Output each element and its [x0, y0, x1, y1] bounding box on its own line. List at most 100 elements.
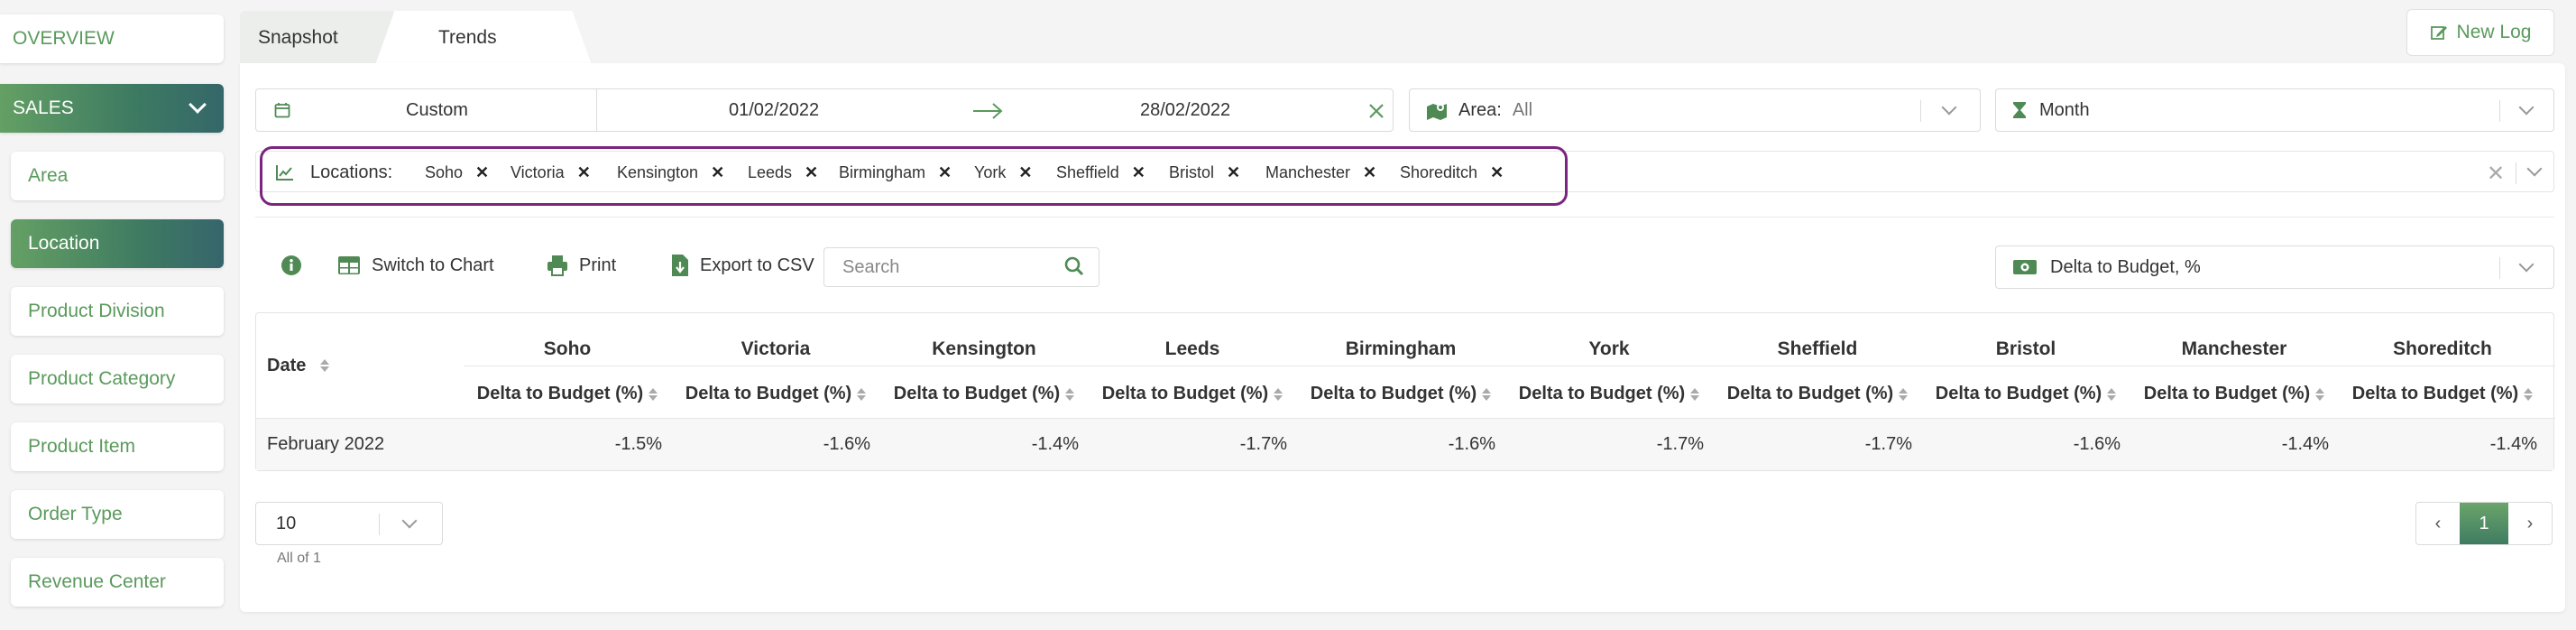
sidebar-item-product-division[interactable]: Product Division	[11, 287, 224, 336]
column-subheader-delta[interactable]: Delta to Budget (%)	[464, 384, 671, 404]
column-header-location: Soho	[543, 338, 592, 359]
column-header-location: Kensington	[932, 338, 1036, 359]
page-size-select[interactable]: 10	[255, 502, 443, 545]
divider	[2499, 257, 2500, 279]
period-select[interactable]: Month	[1995, 88, 2554, 132]
column-subheader-delta[interactable]: Delta to Budget (%)	[880, 384, 1088, 404]
cell-value: -1.4%	[1031, 434, 1079, 454]
cell-value: -1.6%	[823, 434, 870, 454]
main-content: Snapshot Trends New Log Custom 01/02/202…	[240, 0, 2565, 612]
column-header-location: Bristol	[1995, 338, 2056, 359]
sort-icon	[1274, 387, 1283, 401]
sort-icon	[2524, 387, 2534, 401]
cell-value: -1.5%	[614, 434, 662, 454]
sidebar-item-product-item[interactable]: Product Item	[11, 422, 224, 471]
pagination-summary: All of 1	[277, 551, 321, 566]
divider	[379, 514, 380, 535]
money-bill-icon	[2013, 260, 2037, 274]
divider	[1920, 100, 1921, 122]
sidebar-item-revenue-center[interactable]: Revenue Center	[11, 558, 224, 607]
cell-date: February 2022	[267, 434, 385, 454]
sort-icon	[2107, 387, 2117, 401]
cell-value: -1.7%	[1239, 434, 1287, 454]
column-header-location: Manchester	[2181, 338, 2287, 359]
column-header-location: Birmingham	[1345, 338, 1457, 359]
cell-value: -1.7%	[1864, 434, 1912, 454]
area-label: Area:	[1458, 99, 1502, 120]
date-mode-label: Custom	[406, 99, 468, 120]
sidebar-item-location[interactable]: Location	[11, 219, 224, 268]
divider	[2499, 100, 2500, 122]
divider	[255, 217, 2554, 218]
printer-icon	[547, 255, 567, 276]
export-csv-button[interactable]: Export to CSV	[671, 249, 814, 282]
metric-select[interactable]: Delta to Budget, %	[1995, 246, 2554, 289]
locations-highlight-outline	[260, 146, 1568, 206]
column-subheader-delta[interactable]: Delta to Budget (%)	[2339, 384, 2546, 404]
column-header-location: Shoreditch	[2393, 338, 2492, 359]
table-icon	[338, 256, 360, 274]
column-subheader-delta[interactable]: Delta to Budget (%)	[1714, 384, 1921, 404]
column-header-location: York	[1588, 338, 1630, 359]
area-select[interactable]: Area: All	[1409, 88, 1981, 132]
cell-value: -1.6%	[2073, 434, 2121, 454]
date-to-input[interactable]: 28/02/2022	[1140, 89, 1230, 131]
page-button-current[interactable]: 1	[2460, 503, 2508, 544]
area-value: All	[1512, 99, 1533, 120]
sidebar-item-area[interactable]: Area	[11, 152, 224, 200]
sidebar-item-product-category[interactable]: Product Category	[11, 355, 224, 403]
next-page-button[interactable]: ›	[2508, 503, 2552, 544]
arrow-right-icon	[973, 103, 1003, 119]
chevron-down-icon	[2526, 161, 2543, 177]
column-subheader-delta[interactable]: Delta to Budget (%)	[1505, 384, 1713, 404]
sidebar-item-order-type[interactable]: Order Type	[11, 490, 224, 539]
new-log-button[interactable]: New Log	[2406, 9, 2554, 56]
date-from-input[interactable]: 01/02/2022	[729, 89, 819, 131]
metric-value: Delta to Budget, %	[2050, 256, 2201, 277]
column-subheader-delta[interactable]: Delta to Budget (%)	[672, 384, 879, 404]
column-subheader-delta[interactable]: Delta to Budget (%)	[1297, 384, 1504, 404]
page-size-value: 10	[276, 513, 297, 533]
tab-trends[interactable]: Trends	[375, 11, 592, 65]
sidebar-item-overview[interactable]: OVERVIEW	[0, 14, 224, 63]
edit-icon	[2430, 26, 2447, 40]
tab-snapshot[interactable]: Snapshot	[240, 11, 393, 65]
column-header-location: Leeds	[1164, 338, 1220, 359]
column-subheader-delta[interactable]: Delta to Budget (%)	[1089, 384, 1296, 404]
search-input[interactable]	[823, 247, 1099, 287]
date-mode-select[interactable]: Custom	[256, 89, 597, 131]
sidebar-section-sales[interactable]: SALES	[0, 84, 224, 133]
chevron-down-icon	[401, 513, 418, 529]
print-button[interactable]: Print	[547, 249, 616, 282]
cell-value: -1.4%	[2489, 434, 2537, 454]
switch-to-chart-button[interactable]: Switch to Chart	[337, 249, 494, 282]
data-table: Date Soho Victoria Kensington Leeds Birm…	[255, 312, 2555, 471]
search-icon[interactable]	[1064, 256, 1084, 276]
file-download-icon	[672, 255, 688, 276]
sidebar: OVERVIEW SALES Area Location Product Div…	[0, 0, 227, 630]
sort-icon	[1690, 387, 1700, 401]
column-header-date[interactable]: Date	[267, 313, 330, 418]
column-subheader-delta[interactable]: Delta to Budget (%)	[2130, 384, 2338, 404]
column-subheader-delta[interactable]: Delta to Budget (%)	[1922, 384, 2130, 404]
prev-page-button[interactable]: ‹	[2416, 503, 2460, 544]
chevron-down-icon	[1941, 99, 1957, 116]
sort-icon	[1482, 387, 1492, 401]
sort-icon	[320, 359, 330, 372]
sort-icon	[649, 387, 658, 401]
sort-icon	[857, 387, 867, 401]
clear-locations-icon[interactable]: ✕	[2487, 161, 2505, 187]
info-icon	[281, 255, 301, 275]
map-icon	[1427, 104, 1447, 120]
info-button[interactable]	[281, 249, 302, 282]
period-value: Month	[2039, 99, 2090, 120]
cell-value: -1.4%	[2281, 434, 2329, 454]
sort-icon	[1899, 387, 1909, 401]
hourglass-icon	[2013, 102, 2026, 118]
sort-icon	[2315, 387, 2325, 401]
clear-date-icon[interactable]	[1367, 102, 1385, 120]
chevron-down-icon	[2518, 256, 2535, 273]
pagination: ‹ 1 ›	[2415, 502, 2553, 545]
date-range-picker: Custom 01/02/2022 28/02/2022	[255, 88, 1394, 132]
cell-value: -1.7%	[1656, 434, 1704, 454]
